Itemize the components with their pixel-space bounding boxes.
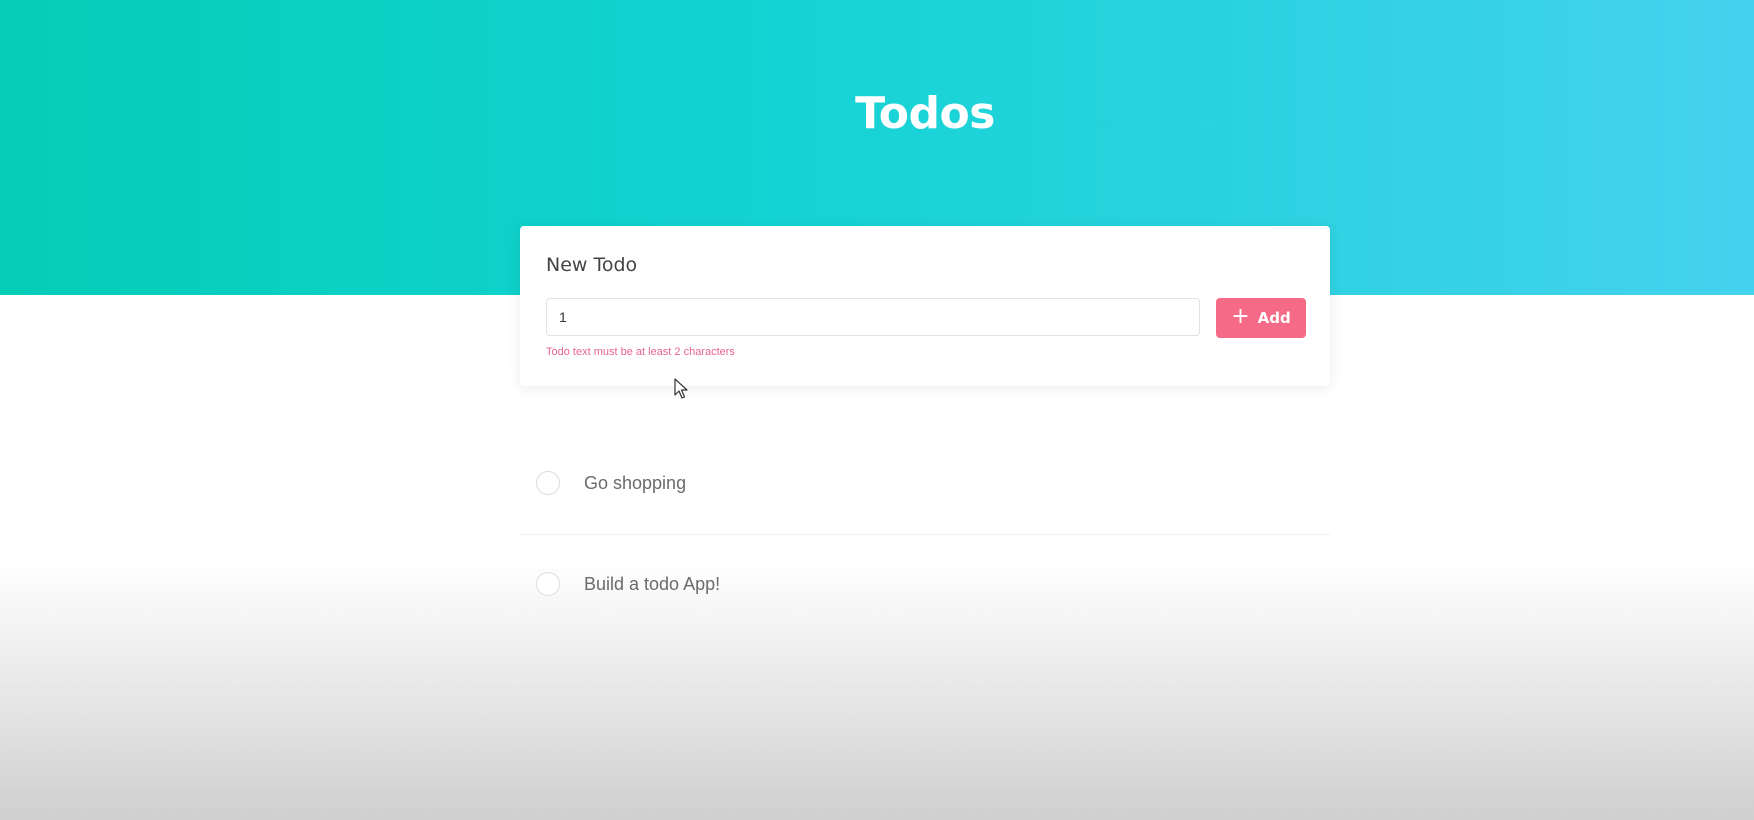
todo-text-input[interactable] <box>546 298 1200 336</box>
add-button[interactable]: + Add <box>1216 298 1306 338</box>
new-todo-card: New Todo + Add Todo text must be at leas… <box>520 226 1330 386</box>
todo-list: Go shopping Build a todo App! <box>520 434 1330 636</box>
mouse-pointer-icon <box>674 378 688 399</box>
new-todo-title: New Todo <box>546 254 638 276</box>
complete-toggle-circle-icon[interactable] <box>536 572 560 596</box>
todo-item[interactable]: Build a todo App! <box>520 535 1330 636</box>
page-title: Todos <box>855 88 995 139</box>
todo-text: Build a todo App! <box>584 574 721 594</box>
plus-icon: + <box>1231 304 1250 329</box>
add-button-label: Add <box>1257 309 1291 327</box>
validation-error: Todo text must be at least 2 characters <box>546 346 735 358</box>
complete-toggle-circle-icon[interactable] <box>536 471 560 495</box>
todo-item[interactable]: Go shopping <box>520 434 1330 535</box>
todo-text: Go shopping <box>584 473 687 493</box>
